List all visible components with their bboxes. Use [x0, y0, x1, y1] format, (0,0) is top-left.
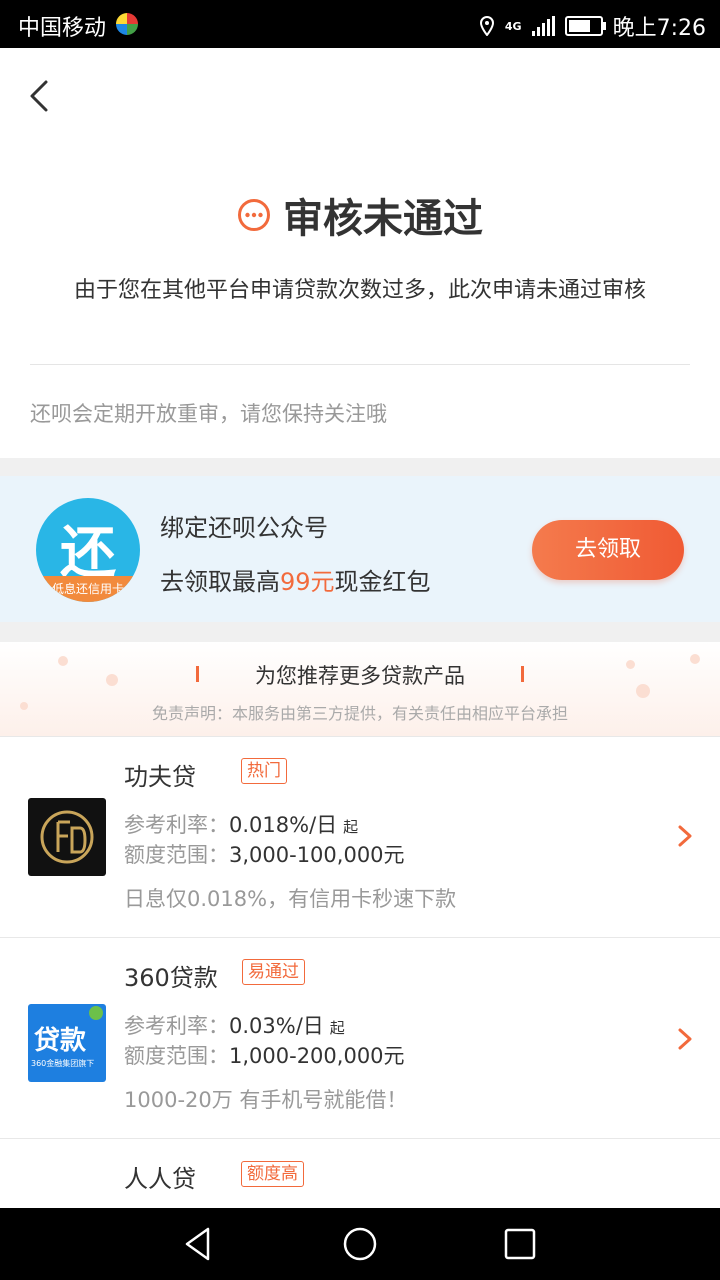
- logo-ribbon: 低息还信用卡: [36, 576, 140, 602]
- loan-name: 360贷款: [124, 964, 218, 992]
- logo-text: 贷款: [34, 1026, 87, 1056]
- promo-banner[interactable]: 还 低息还信用卡 绑定还呗公众号 去领取最高99元现金红包 去领取: [0, 476, 720, 622]
- loan-tag: 易通过: [242, 959, 305, 985]
- divider: [30, 364, 690, 365]
- system-nav-bar: [0, 1208, 720, 1280]
- rejection-reason: 由于您在其他平台申请贷款次数过多，此次申请未通过审核: [73, 278, 646, 303]
- gongfudai-logo: [28, 798, 106, 876]
- loan-desc: 日息仅0.018%，有信用卡秒速下款: [124, 887, 457, 911]
- section-gap: [0, 458, 720, 476]
- disclaimer: 免责声明：本服务由第三方提供，有关责任由相应平台承担: [151, 704, 568, 723]
- recommend-title: 为您推荐更多贷款产品: [255, 664, 465, 688]
- section-gap: [0, 622, 720, 642]
- back-button[interactable]: [20, 74, 60, 118]
- signal-icon: [531, 16, 555, 36]
- loan-range: 额度范围：1,000-200,000元: [124, 1040, 405, 1070]
- carrier-logo-icon: [116, 13, 138, 35]
- range-value: 1,000-200,000元: [229, 1044, 405, 1068]
- carrier-name: 中国移动: [18, 16, 107, 41]
- rate-unit: 起: [329, 1019, 345, 1037]
- rate-label: 参考利率：: [124, 1014, 229, 1038]
- promo-sub-suffix: 现金红包: [334, 568, 431, 596]
- loan-item-360[interactable]: 贷款 360金融集团旗下 360贷款 易通过 参考利率：0.03%/日起 额度范…: [0, 938, 720, 1138]
- loan-name: 功夫贷: [124, 763, 196, 791]
- network-type: 4G: [504, 19, 522, 33]
- rate-unit: 起: [343, 818, 359, 836]
- page-title: 审核未通过: [283, 196, 483, 242]
- recheck-notice: 还呗会定期开放重审，请您保持关注哦: [30, 402, 387, 426]
- promo-amount: 99元: [280, 568, 335, 596]
- claim-button[interactable]: 去领取: [532, 520, 684, 580]
- location-icon: [479, 16, 494, 36]
- chevron-right-icon: [678, 1028, 692, 1050]
- loan-name: 人人贷: [124, 1165, 196, 1193]
- range-label: 额度范围：: [124, 843, 229, 867]
- loan360-logo: 贷款 360金融集团旗下: [28, 1004, 106, 1082]
- badge-icon: [89, 1006, 103, 1020]
- loan-range: 额度范围：3,000-100,000元: [124, 839, 405, 869]
- status-bar: 中国移动 4G 晚上7:26: [0, 0, 720, 48]
- promo-title: 绑定还呗公众号: [160, 514, 328, 542]
- promo-sub-prefix: 去领取最高: [160, 568, 280, 596]
- range-value: 3,000-100,000元: [229, 843, 405, 867]
- huanbei-logo: 还 低息还信用卡: [36, 498, 140, 602]
- rate-label: 参考利率：: [124, 813, 229, 837]
- range-label: 额度范围：: [124, 1044, 229, 1068]
- battery-icon: [564, 16, 606, 36]
- loan-rate: 参考利率：0.018%/日起: [124, 809, 358, 839]
- promo-subtitle: 去领取最高99元现金红包: [160, 562, 431, 597]
- recommend-header: 为您推荐更多贷款产品 免责声明：本服务由第三方提供，有关责任由相应平台承担: [0, 642, 720, 736]
- rate-value: 0.018%/日: [229, 813, 338, 837]
- loan-rate: 参考利率：0.03%/日起: [124, 1010, 345, 1040]
- nav-back-button[interactable]: [182, 1226, 218, 1262]
- loan-desc: 1000-20万 有手机号就能借！: [124, 1088, 408, 1112]
- loan-item-renrendai[interactable]: 人人贷 额度高: [0, 1139, 720, 1208]
- chevron-right-icon: [678, 825, 692, 847]
- status-icons: 4G 晚上7:26: [479, 10, 706, 42]
- pending-dots-icon: [238, 199, 270, 231]
- nav-recents-button[interactable]: [502, 1226, 538, 1262]
- loan-item-gongfudai[interactable]: 功夫贷 热门 参考利率：0.018%/日起 额度范围：3,000-100,000…: [0, 737, 720, 937]
- result-title-row: 审核未通过: [0, 186, 720, 244]
- rate-value: 0.03%/日: [229, 1014, 324, 1038]
- logo-sub: 360金融集团旗下: [31, 1059, 95, 1068]
- nav-home-button[interactable]: [342, 1226, 378, 1262]
- loan-tag: 额度高: [241, 1161, 304, 1187]
- loan-tag: 热门: [241, 758, 287, 784]
- clock: 晚上7:26: [612, 16, 706, 41]
